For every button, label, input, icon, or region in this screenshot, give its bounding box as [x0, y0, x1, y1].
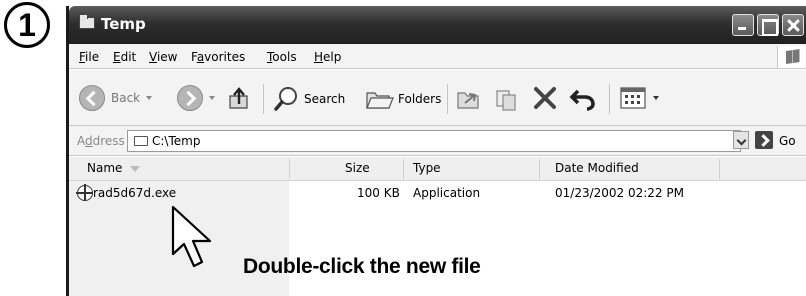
go-arrow-icon[interactable] — [755, 131, 773, 149]
address-bar: Address C:\Temp Go — [69, 126, 806, 156]
column-divider[interactable] — [403, 159, 404, 179]
file-size: 100 KB — [357, 186, 400, 200]
menu-help[interactable]: Help — [314, 50, 341, 64]
column-divider[interactable] — [539, 159, 540, 179]
title-bar[interactable]: Temp — [69, 6, 806, 44]
column-header-type[interactable]: Type — [413, 161, 441, 175]
column-header-size[interactable]: Size — [345, 161, 370, 175]
address-dropdown-button[interactable] — [733, 131, 749, 149]
folder-icon — [134, 136, 148, 146]
forward-icon — [177, 85, 203, 111]
column-header-date-modified[interactable]: Date Modified — [555, 161, 639, 175]
column-header-name[interactable]: Name — [87, 161, 141, 175]
column-divider[interactable] — [719, 159, 720, 179]
folder-icon — [79, 14, 95, 29]
close-button[interactable] — [782, 14, 804, 36]
back-button[interactable]: Back — [79, 85, 153, 111]
search-button[interactable]: Search — [273, 85, 345, 113]
move-to-button[interactable] — [455, 85, 483, 113]
menu-edit[interactable]: Edit — [113, 50, 136, 64]
chevron-down-icon — [653, 96, 659, 100]
sort-descending-icon — [130, 165, 141, 172]
file-row[interactable]: rad5d67d.exe 100 KB Application 01/23/20… — [69, 182, 806, 204]
forward-button[interactable] — [177, 85, 215, 111]
menu-view[interactable]: View — [149, 50, 177, 64]
toolbar-separator — [263, 84, 264, 114]
menu-bar: File Edit View Favorites Tools Help — [69, 44, 806, 69]
instruction-caption: Double-click the new file — [243, 255, 481, 278]
back-icon — [79, 85, 105, 111]
toolbar-separator — [609, 84, 610, 114]
step-number-badge: 1 — [4, 2, 50, 48]
copy-to-button[interactable] — [493, 85, 521, 113]
mouse-pointer-icon — [171, 205, 212, 268]
folders-icon — [366, 92, 394, 109]
chevron-down-icon — [146, 96, 153, 100]
file-list-header: Name Size Type Date Modified — [69, 157, 806, 181]
file-type: Application — [413, 186, 481, 200]
file-date-modified: 01/23/2002 02:22 PM — [555, 186, 684, 200]
views-button[interactable] — [619, 85, 659, 111]
maximize-button[interactable] — [757, 14, 779, 36]
menu-favorites[interactable]: Favorites — [191, 50, 245, 64]
delete-icon — [534, 87, 556, 109]
window-title: Temp — [101, 15, 146, 33]
search-icon — [274, 87, 297, 111]
undo-icon — [569, 89, 595, 111]
folders-button[interactable]: Folders — [365, 85, 441, 113]
column-divider[interactable] — [289, 159, 290, 179]
toolbar-separator — [447, 84, 448, 114]
minimize-button[interactable] — [732, 14, 754, 36]
copy-to-icon — [496, 90, 516, 111]
views-icon — [620, 87, 646, 109]
application-icon — [76, 184, 93, 201]
file-name[interactable]: rad5d67d.exe — [93, 186, 176, 200]
menu-tools[interactable]: Tools — [267, 50, 297, 64]
undo-button[interactable] — [569, 84, 597, 112]
menu-file[interactable]: File — [79, 50, 99, 64]
move-to-icon — [457, 92, 479, 109]
go-button[interactable]: Go — [779, 134, 796, 148]
windows-logo-icon — [777, 46, 805, 68]
up-folder-button[interactable] — [227, 84, 253, 112]
chevron-down-icon — [209, 96, 215, 100]
address-label: Address — [77, 134, 125, 148]
toolbar: Back Search Folders — [69, 70, 806, 126]
delete-button[interactable] — [531, 84, 559, 112]
address-input[interactable]: C:\Temp — [127, 130, 741, 152]
address-value: C:\Temp — [152, 134, 201, 148]
up-folder-icon — [229, 87, 248, 109]
